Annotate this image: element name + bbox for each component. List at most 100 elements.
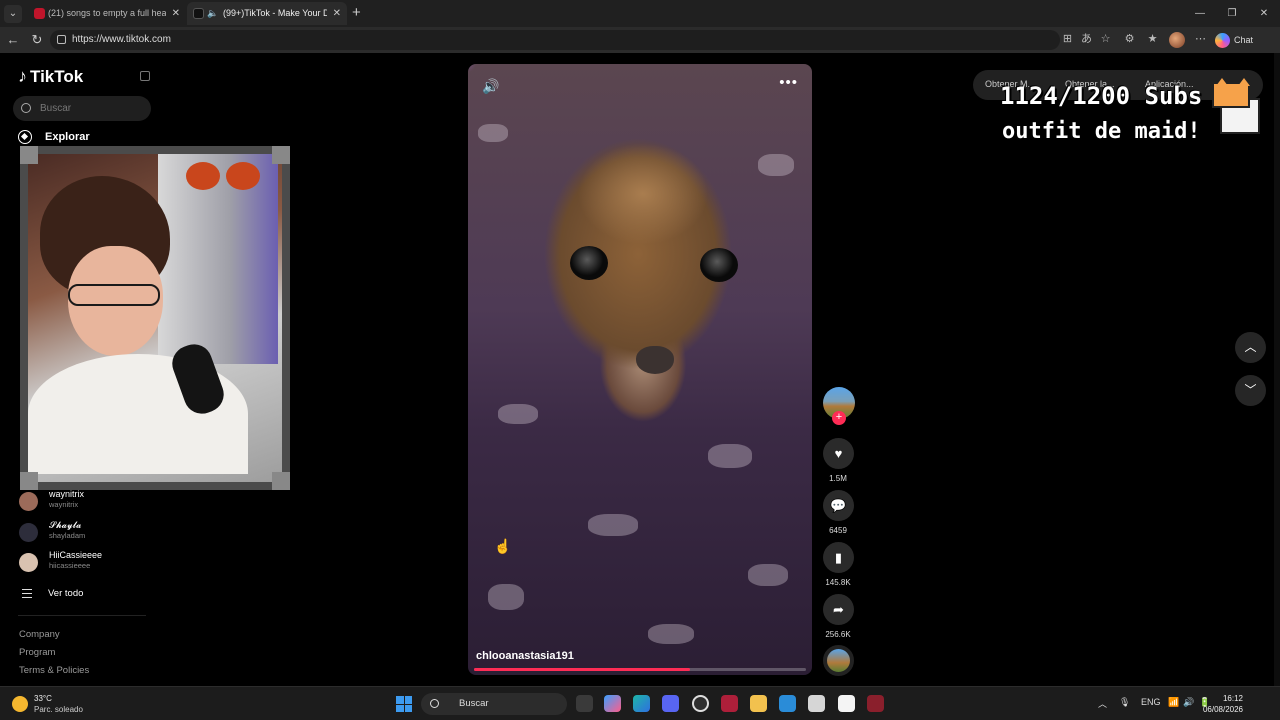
back-icon[interactable]: ← [4,31,22,49]
app-available-icon[interactable]: ⊞ [1061,33,1074,46]
speaker-icon[interactable]: 🔈 [207,2,218,25]
new-tab-button[interactable]: + [352,4,361,21]
volume-icon[interactable]: 🔊 [1183,697,1194,708]
music-disc-icon[interactable] [823,645,854,676]
dog-eye [570,246,608,280]
maximize-icon[interactable]: ❐ [1216,0,1248,27]
previous-video-button[interactable]: ︿ [1235,332,1266,363]
sidebar-item-explore[interactable]: Explorar [18,128,90,146]
weather-condition: Parc. soleado [34,705,83,714]
site-info-icon[interactable] [57,35,66,44]
volume-icon[interactable]: 🔊 [482,78,499,95]
comment-icon: 💬 [830,498,847,513]
search-placeholder: Buscar [40,103,72,114]
close-tab-icon[interactable]: ✕ [333,2,341,25]
taskbar-search[interactable]: Buscar [421,693,567,715]
window-controls: — ❐ ✕ [1184,0,1280,27]
dog-nose [636,346,674,374]
weather-widget[interactable]: 33°C Parc. soleado [12,693,83,715]
account-name: 𝓢𝓱𝓪𝔂𝓵𝓪 [49,520,82,530]
wifi-icon[interactable]: 📶 [1168,697,1179,708]
tab-youtube[interactable]: (21) songs to empty a full head (... ✕ [28,2,186,25]
edge-app-icon[interactable] [633,695,650,712]
file-explorer-icon[interactable] [750,695,767,712]
address-bar[interactable]: https://www.tiktok.com [50,30,1060,50]
task-view-icon[interactable] [576,695,593,712]
account-name: waynitrix [49,489,85,499]
account-handle: hiicassieeee [49,561,91,570]
footer-link-company[interactable]: Company [19,629,60,640]
video-author[interactable]: chlooanastasia191 [476,650,574,662]
tiktok-note-icon: ♪ [18,66,27,86]
tab-actions-menu-icon[interactable]: ⌄ [4,5,22,23]
minimize-icon[interactable]: — [1184,0,1216,27]
video-progress-bar[interactable] [474,668,806,671]
app-icon[interactable] [838,695,855,712]
close-tab-icon[interactable]: ✕ [172,2,180,25]
copilot-chat-button[interactable]: Chat [1215,31,1253,49]
goal-reward-text: outfit de maid! [1002,119,1201,144]
creator-avatar[interactable]: + [823,387,855,425]
temperature: 33°C [34,694,52,703]
tiktok-logo[interactable]: ♪ TikTok [18,66,83,87]
like-button[interactable]: ♥ [823,438,854,469]
close-window-icon[interactable]: ✕ [1248,0,1280,27]
pixel-cat-icon [1210,78,1262,136]
microphone-icon[interactable]: 🎙 [1119,697,1130,708]
cat-head [1212,78,1250,108]
video-player[interactable]: 🔊 ••• chlooanastasia191 [468,64,812,675]
see-all-button[interactable]: Ver todo [22,588,83,600]
profile-avatar[interactable] [1169,32,1185,48]
collapse-sidebar-icon[interactable] [140,71,150,81]
list-icon [22,589,32,598]
favorites-icon[interactable]: ★ [1146,33,1159,46]
more-options-icon[interactable]: ⋯ [1194,33,1207,46]
webcam-image [28,154,282,482]
comment-button[interactable]: 💬 [823,490,854,521]
favorite-star-icon[interactable]: ☆ [1099,33,1112,46]
start-button[interactable] [396,696,412,712]
app-icon[interactable] [867,695,884,712]
copilot-app-icon[interactable] [604,695,621,712]
blanket-texture [748,564,788,586]
save-button[interactable]: ▮ [823,542,854,573]
footer-link-terms[interactable]: Terms & Policies [19,665,89,676]
frame-corner [20,146,38,164]
blanket-texture [708,444,752,468]
extensions-icon[interactable]: ⚙ [1123,33,1136,46]
account-name: HiiCassieeee [49,550,103,560]
heart-icon: ♥ [834,446,843,461]
show-hidden-icons-icon[interactable]: ︿ [1098,697,1107,710]
follow-plus-icon[interactable]: + [832,411,846,425]
app-icon[interactable] [721,695,738,712]
bookmark-icon: ▮ [834,550,843,565]
share-count: 256.6K [825,630,851,639]
search-icon [21,103,31,113]
system-clock[interactable]: 16:12 06/08/2026 [1197,693,1243,715]
vscode-app-icon[interactable] [779,695,796,712]
avatar [19,523,38,542]
like-count: 1.5M [829,474,847,483]
next-video-button[interactable]: ﹀ [1235,375,1266,406]
app-icon[interactable] [808,695,825,712]
page-scrollbar[interactable] [1274,53,1280,686]
app-icon[interactable] [692,695,709,712]
refresh-icon[interactable]: ↻ [28,31,46,49]
discord-app-icon[interactable] [662,695,679,712]
more-options-icon[interactable]: ••• [779,74,798,91]
language-indicator[interactable]: ENG [1141,697,1161,707]
tab-title: (99+)TikTok - Make Your Day [223,8,327,18]
webcam-overlay [20,146,290,490]
search-input[interactable]: Buscar [13,96,151,121]
tab-tiktok[interactable]: 🔈 (99+)TikTok - Make Your Day ✕ [187,2,347,25]
taskbar-search-label: Buscar [459,698,489,709]
translate-icon[interactable]: あ [1080,33,1093,46]
account-handle: waynitrix [49,500,79,509]
blanket-texture [758,154,794,176]
dog-eye [700,248,738,282]
share-button[interactable]: ➦ [823,594,854,625]
see-all-label: Ver todo [48,588,84,599]
blanket-texture [588,514,638,536]
footer-link-program[interactable]: Program [19,647,55,658]
date: 06/08/2026 [1202,705,1243,714]
